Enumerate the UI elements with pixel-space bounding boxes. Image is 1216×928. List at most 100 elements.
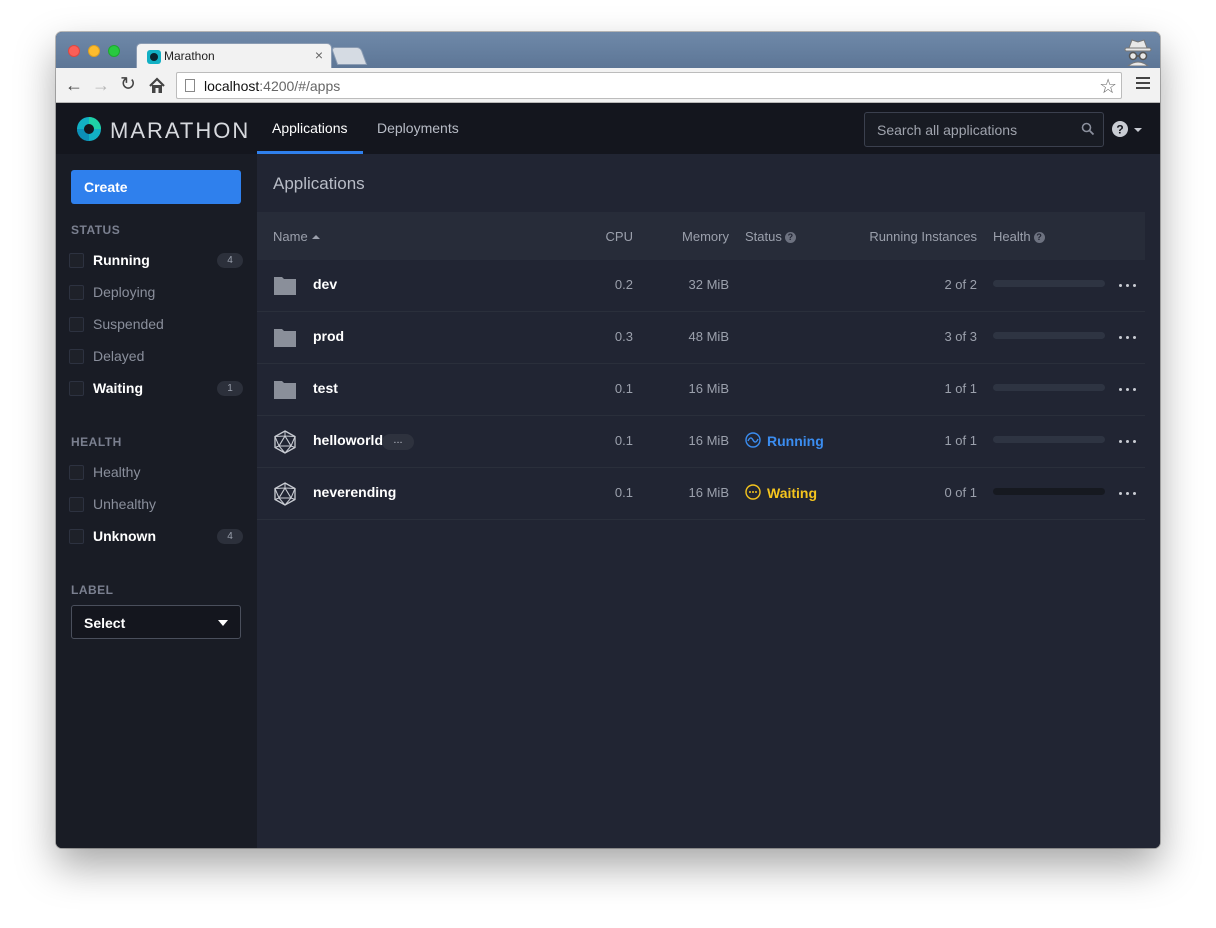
checkbox[interactable]	[69, 285, 84, 300]
more-actions-icon[interactable]	[1119, 284, 1137, 288]
status-help-icon[interactable]: ?	[784, 232, 796, 243]
filter-health-healthy[interactable]: Healthy	[69, 462, 243, 484]
column-header-running-instances[interactable]: Running Instances	[869, 229, 977, 244]
page-title: Applications	[273, 174, 365, 193]
filter-label: Healthy	[93, 464, 141, 480]
address-bar[interactable]: localhost:4200/#/apps ☆	[176, 72, 1122, 99]
health-bar	[993, 436, 1105, 443]
forward-arrow-icon[interactable]: →	[92, 73, 110, 97]
filter-health-unhealthy[interactable]: Unhealthy	[69, 494, 243, 516]
more-actions-icon[interactable]	[1119, 440, 1137, 444]
filter-label: Unknown	[93, 528, 156, 544]
more-actions-icon[interactable]	[1119, 336, 1137, 340]
browser-menu-icon[interactable]	[1136, 74, 1150, 92]
tab-deployments[interactable]: Deployments	[362, 103, 474, 154]
browser-tab[interactable]: Marathon ×	[136, 43, 332, 69]
home-icon[interactable]	[148, 77, 166, 95]
app-name[interactable]: neverending	[313, 484, 396, 500]
instances-value: 2 of 2	[944, 277, 977, 292]
filter-label: Delayed	[93, 348, 145, 364]
tab-close-icon[interactable]: ×	[315, 47, 323, 63]
app-icosahedron-icon	[274, 482, 296, 506]
column-header-status[interactable]: Status?	[745, 229, 796, 244]
health-help-icon[interactable]: ?	[1033, 232, 1045, 243]
memory-value: 16 MiB	[688, 485, 729, 500]
bookmark-star-icon[interactable]: ☆	[1099, 74, 1117, 99]
top-navbar: MARATHON Applications Deployments ?	[56, 103, 1160, 154]
incognito-icon	[1124, 39, 1152, 66]
search-input[interactable]	[865, 113, 1087, 146]
app-name[interactable]: helloworld	[313, 432, 383, 448]
help-menu-icon[interactable]: ?	[1112, 119, 1152, 139]
health-bar	[993, 332, 1105, 339]
filter-label: Running	[93, 252, 150, 268]
tab-applications[interactable]: Applications	[257, 103, 363, 154]
chevron-down-icon	[218, 620, 228, 626]
back-arrow-icon[interactable]: ←	[65, 73, 83, 97]
filter-status-deploying[interactable]: Deploying	[69, 282, 243, 304]
column-header-memory[interactable]: Memory	[682, 229, 729, 244]
filter-status-waiting[interactable]: Waiting 1	[69, 378, 243, 400]
labels-badge[interactable]: ...	[382, 434, 414, 450]
marathon-app: MARATHON Applications Deployments ? Crea…	[56, 103, 1160, 848]
reload-icon[interactable]: ↻	[120, 73, 136, 97]
checkbox[interactable]	[69, 465, 84, 480]
column-header-health[interactable]: Health?	[993, 229, 1045, 244]
app-name[interactable]: dev	[313, 276, 337, 292]
sidebar: Create STATUS Running 4 Deploying Suspen…	[56, 154, 257, 848]
minimize-window-button[interactable]	[88, 45, 100, 57]
status-heading: STATUS	[71, 223, 121, 237]
checkbox[interactable]	[69, 253, 84, 268]
table-row[interactable]: test 0.1 16 MiB 1 of 1	[257, 364, 1145, 416]
filter-health-unknown[interactable]: Unknown 4	[69, 526, 243, 548]
table-row[interactable]: neverending 0.1 16 MiB Waiting 0 of 1	[257, 468, 1145, 520]
label-select[interactable]: Select	[71, 605, 241, 639]
column-header-cpu[interactable]: CPU	[606, 229, 633, 244]
folder-icon	[274, 381, 296, 399]
column-header-name[interactable]: Name	[273, 229, 320, 244]
health-bar	[993, 280, 1105, 287]
checkbox[interactable]	[69, 349, 84, 364]
app-name[interactable]: test	[313, 380, 338, 396]
checkbox[interactable]	[69, 381, 84, 396]
checkbox[interactable]	[69, 317, 84, 332]
browser-window: Marathon × ← → ↻ localhost:4200/#/apps ☆	[56, 32, 1160, 848]
brand-name: MARATHON	[110, 118, 251, 143]
new-tab-button[interactable]	[330, 47, 368, 65]
more-actions-icon[interactable]	[1119, 388, 1137, 392]
cpu-value: 0.1	[614, 485, 633, 500]
search-icon[interactable]	[1081, 122, 1095, 136]
table-row[interactable]: dev 0.2 32 MiB 2 of 2	[257, 260, 1145, 312]
filter-status-suspended[interactable]: Suspended	[69, 314, 243, 336]
cpu-value: 0.3	[614, 329, 633, 344]
table-row[interactable]: helloworld ... 0.1 16 MiB Running 1 of 1	[257, 416, 1145, 468]
cpu-value: 0.1	[614, 433, 633, 448]
search-box	[864, 112, 1104, 147]
instances-value: 0 of 1	[944, 485, 977, 500]
filter-status-delayed[interactable]: Delayed	[69, 346, 243, 368]
status-text: Waiting	[767, 485, 818, 501]
instances-value: 1 of 1	[944, 381, 977, 396]
marathon-logo-icon	[77, 117, 101, 141]
label-heading: LABEL	[71, 583, 114, 597]
zoom-window-button[interactable]	[108, 45, 120, 57]
table-row[interactable]: prod 0.3 48 MiB 3 of 3	[257, 312, 1145, 364]
url-text[interactable]: localhost:4200/#/apps	[204, 78, 340, 94]
running-status-icon	[745, 432, 761, 448]
page-icon	[185, 79, 195, 92]
checkbox[interactable]	[69, 529, 84, 544]
app-name[interactable]: prod	[313, 328, 344, 344]
create-button[interactable]: Create	[71, 170, 241, 204]
filter-label: Unhealthy	[93, 496, 157, 512]
folder-icon	[274, 277, 296, 295]
filter-count: 4	[217, 529, 243, 544]
close-window-button[interactable]	[68, 45, 80, 57]
filter-status-running[interactable]: Running 4	[69, 250, 243, 272]
memory-value: 16 MiB	[688, 433, 729, 448]
filter-count: 1	[217, 381, 243, 396]
more-actions-icon[interactable]	[1119, 492, 1137, 496]
svg-text:?: ?	[1116, 123, 1123, 137]
memory-value: 16 MiB	[688, 381, 729, 396]
checkbox[interactable]	[69, 497, 84, 512]
app-icosahedron-icon	[274, 430, 296, 454]
